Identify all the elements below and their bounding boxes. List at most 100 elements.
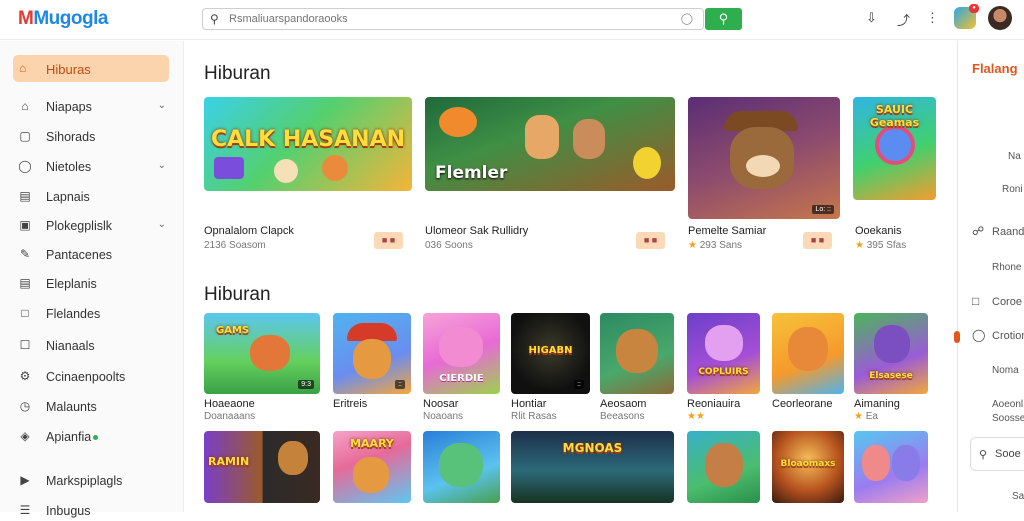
game-tile[interactable]: GAMS 9:3 bbox=[204, 313, 320, 394]
panel-text: Soosseno bbox=[992, 413, 1024, 424]
sidebar-active-label: Hiburas bbox=[46, 62, 91, 77]
sidebar-item[interactable]: ▣ Plokegplislk ⌄ bbox=[18, 216, 168, 236]
game-tile[interactable]: Elsasese bbox=[854, 313, 928, 394]
chevron-down-icon: ⌄ bbox=[157, 160, 166, 171]
star-icon: ★ bbox=[855, 240, 864, 251]
clock-icon: ◷ bbox=[19, 399, 31, 413]
home-icon: ⌂ bbox=[21, 99, 29, 113]
app-name: Mugogla bbox=[33, 8, 108, 29]
sidebar-item[interactable]: ⚙ Ccinaenpoolts bbox=[18, 367, 168, 387]
search-icon: ⚲ bbox=[210, 12, 219, 26]
game-tile[interactable] bbox=[854, 431, 928, 503]
game-tile[interactable]: MGNOAS bbox=[511, 431, 674, 503]
panel-search[interactable]: ⚲ Sooe bbox=[970, 437, 1024, 471]
sidebar: ⌂ Hiburas ⌂ Niapaps ⌄ ▢ Sihorads ◯ Nietoles ⌄… bbox=[0, 41, 184, 518]
sidebar-item-active[interactable]: ⌂ Hiburas bbox=[13, 55, 169, 82]
panel-link[interactable]: Coroe bbox=[992, 296, 1022, 308]
action-pill[interactable]: ■ ■ bbox=[636, 232, 665, 249]
section-title: Hiburan bbox=[204, 63, 271, 84]
sidebar-item-label: Markspiplagls bbox=[46, 474, 123, 488]
game-title: Opnalalom Clapck bbox=[204, 225, 294, 237]
sidebar-item-label: Niapaps bbox=[46, 100, 92, 114]
sidebar-item[interactable]: ◈ Apianfia bbox=[18, 427, 168, 447]
game-art-title: Elsasese bbox=[869, 371, 913, 381]
game-art-title: Bloaomaxs bbox=[780, 459, 836, 469]
clear-icon[interactable]: ◯ bbox=[681, 12, 693, 25]
app-launcher-icon[interactable]: ● bbox=[954, 4, 979, 29]
game-title: Ooekanis bbox=[855, 225, 902, 237]
game-tile[interactable]: Bloaomaxs bbox=[772, 431, 844, 503]
star-icon: ★ bbox=[688, 240, 697, 251]
sidebar-item[interactable]: ▤ Eleplanis bbox=[18, 274, 168, 294]
panel-text: Noma bbox=[992, 365, 1019, 376]
sidebar-item-label: Ccinaenpoolts bbox=[46, 370, 126, 384]
sidebar-item[interactable]: □ Flelandes bbox=[18, 304, 168, 324]
game-art-title: HIGABN bbox=[528, 345, 573, 356]
game-tile[interactable] bbox=[600, 313, 674, 394]
game-title: Reoniauira bbox=[687, 398, 741, 410]
sidebar-item[interactable]: ▤ Lapnais bbox=[18, 187, 168, 207]
game-tile[interactable] bbox=[423, 431, 500, 503]
search-bar[interactable]: ⚲ ◯ bbox=[202, 8, 704, 30]
sidebar-item[interactable]: ☐ Nianaals bbox=[18, 336, 168, 356]
sidebar-item-label: Sihorads bbox=[46, 130, 96, 144]
share-icon[interactable]: ⤴ bbox=[897, 10, 910, 29]
list-icon: ☰ bbox=[19, 503, 31, 517]
game-tile[interactable]: :: bbox=[333, 313, 411, 394]
game-tile[interactable]: CIERDIE bbox=[423, 313, 500, 394]
game-art-title: COPLUIRS bbox=[698, 367, 749, 377]
action-pill[interactable]: ■ ■ bbox=[803, 232, 832, 249]
page-icon: ▤ bbox=[19, 276, 31, 290]
main-content: Hiburan CALK HASANAN Opnalalom Clapck 21… bbox=[185, 41, 956, 512]
sidebar-item-label: Nietoles bbox=[46, 160, 92, 174]
game-meta: ★ 293 Sans bbox=[688, 240, 742, 251]
action-pill[interactable]: ■ ■ bbox=[374, 232, 403, 249]
sidebar-item[interactable]: ⌂ Niapaps ⌄ bbox=[18, 97, 168, 117]
game-tile[interactable]: RAMIN bbox=[204, 431, 320, 503]
game-title: Ceorleorane bbox=[772, 398, 833, 410]
app-logo[interactable]: MMugogla bbox=[18, 8, 108, 30]
game-tag: :: bbox=[574, 380, 584, 389]
game-title: Hontiar bbox=[511, 398, 547, 410]
sidebar-item-label: Eleplanis bbox=[46, 277, 97, 291]
game-tile[interactable]: COPLUIRS bbox=[687, 313, 760, 394]
game-tile[interactable]: MAARY bbox=[333, 431, 411, 503]
download-icon[interactable]: ⇩ bbox=[866, 10, 877, 26]
sidebar-item[interactable]: ▶ Markspiplagls bbox=[18, 471, 168, 491]
pen-icon: ✎ bbox=[19, 247, 31, 261]
sidebar-item[interactable]: ◯ Nietoles ⌄ bbox=[18, 157, 168, 177]
game-title: Noosar bbox=[423, 398, 459, 410]
info-icon: □ bbox=[972, 294, 980, 308]
game-tile[interactable] bbox=[687, 431, 760, 503]
grid-menu-icon[interactable]: ⋮ bbox=[926, 10, 939, 26]
sidebar-item-label: Lapnais bbox=[46, 190, 90, 204]
panel-search-label: Sooe bbox=[995, 448, 1021, 460]
panel-handle[interactable] bbox=[954, 331, 960, 343]
game-meta-text: Ea bbox=[865, 411, 878, 422]
featured-tile[interactable]: CALK HASANAN bbox=[204, 97, 412, 191]
game-art-title: MGNOAS bbox=[562, 441, 623, 455]
game-tile[interactable] bbox=[772, 313, 844, 394]
panel-link[interactable]: Crotion bbox=[992, 330, 1024, 342]
panel-text: Roni bbox=[1002, 184, 1023, 195]
search-input[interactable] bbox=[229, 11, 649, 27]
avatar[interactable] bbox=[988, 6, 1012, 30]
sidebar-item[interactable]: ☰ Inbugus bbox=[18, 501, 168, 521]
game-tile[interactable]: HIGABN :: bbox=[511, 313, 590, 394]
sidebar-item[interactable]: ✎ Pantacenes bbox=[18, 245, 168, 265]
game-art-title: RAMIN bbox=[208, 455, 250, 468]
search-button[interactable]: ⚲ bbox=[705, 8, 742, 30]
notification-badge: ● bbox=[969, 4, 979, 13]
panel-text: Sa bbox=[1012, 491, 1024, 502]
home-icon: ⌂ bbox=[19, 61, 27, 75]
game-title: Hoaeaone bbox=[204, 398, 255, 410]
section-title: Hiburan bbox=[204, 284, 271, 305]
featured-tile[interactable]: Flemler bbox=[425, 97, 675, 191]
game-tag: 9:3 bbox=[298, 380, 314, 389]
featured-tile[interactable]: SAUIC Geamas bbox=[853, 97, 936, 200]
featured-tile[interactable]: Lo: :: bbox=[688, 97, 840, 219]
sidebar-item[interactable]: ▢ Sihorads bbox=[18, 127, 168, 147]
sidebar-item[interactable]: ◷ Malaunts bbox=[18, 397, 168, 417]
panel-link[interactable]: Raand bbox=[992, 226, 1024, 238]
game-tag: Lo: :: bbox=[812, 205, 834, 214]
